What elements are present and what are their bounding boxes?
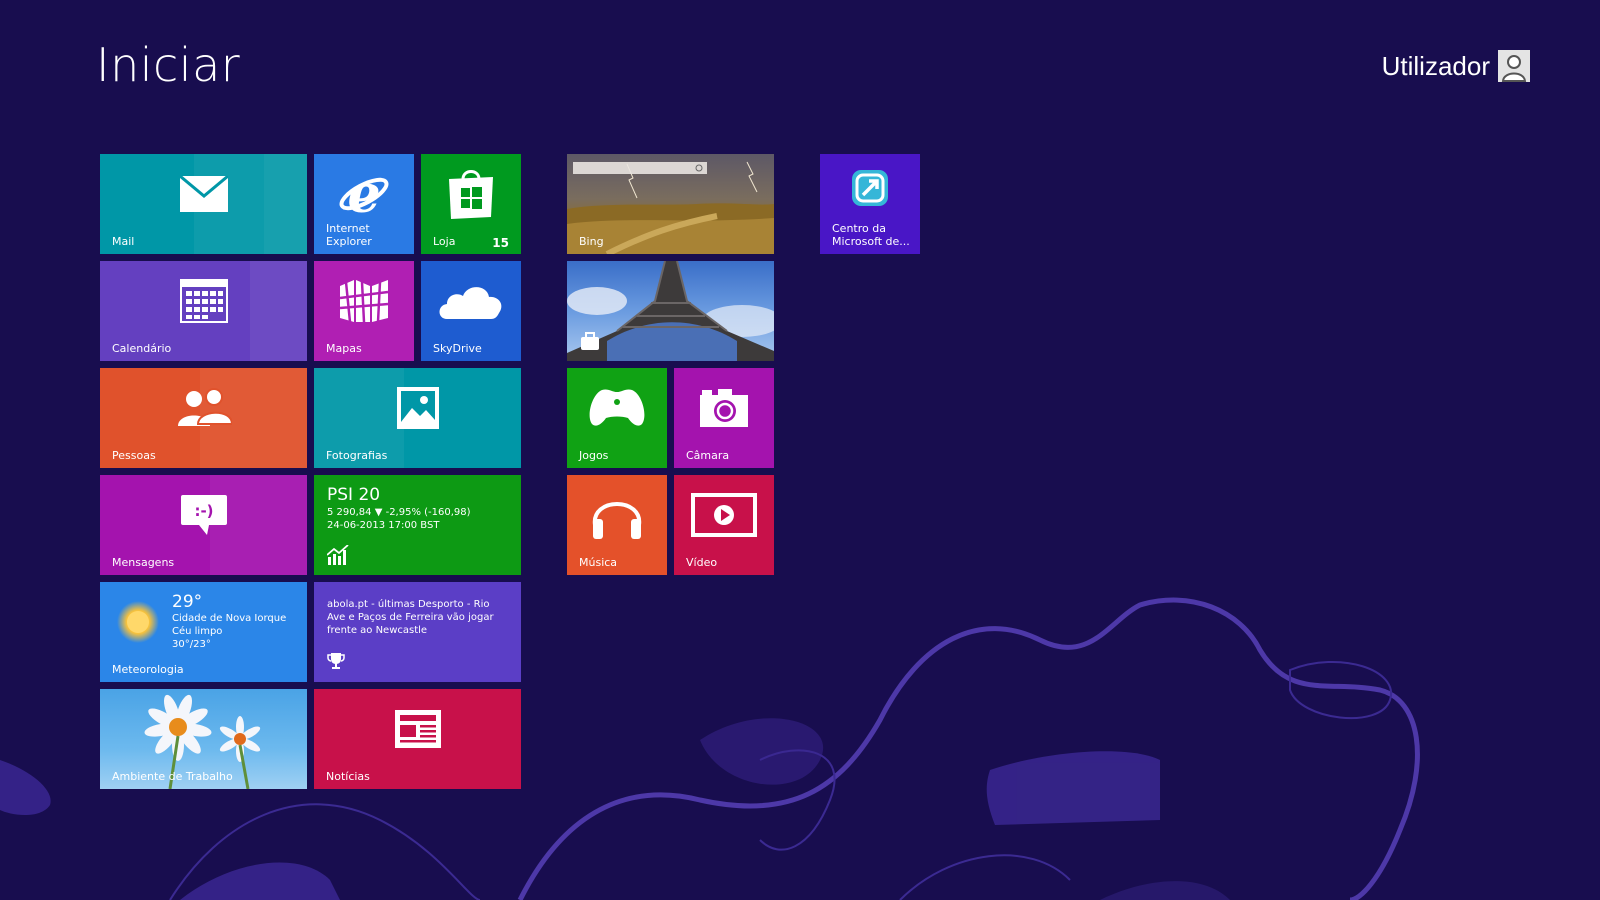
page-title: Iniciar	[96, 38, 241, 92]
tile-label: Loja	[433, 235, 456, 248]
tile-news[interactable]: Notícias	[314, 689, 521, 789]
people-icon	[100, 368, 307, 448]
cloud-icon	[421, 261, 521, 341]
headphones-icon	[567, 475, 667, 555]
tile-label: Centro da Microsoft de...	[832, 222, 910, 248]
tile-label: Calendário	[112, 342, 172, 355]
tile-camera[interactable]: Câmara	[674, 368, 774, 468]
tile-label: Música	[579, 556, 618, 569]
tile-label: Mail	[112, 235, 135, 248]
finance-chart-icon	[326, 544, 349, 569]
tile-label: Pessoas	[112, 449, 156, 462]
finance-timestamp: 24-06-2013 17:00 BST	[327, 520, 440, 531]
weather-range: 30°/23°	[172, 639, 211, 650]
calendar-icon	[100, 261, 307, 341]
sports-headline: abola.pt - últimas Desporto - Rio Ave e …	[327, 599, 494, 636]
tile-label: Vídeo	[686, 556, 718, 569]
tile-maps[interactable]: Mapas	[314, 261, 414, 361]
tile-bing[interactable]: Bing	[567, 154, 774, 254]
weather-condition: Céu limpo	[172, 626, 223, 637]
user-name: Utilizador	[1381, 50, 1490, 81]
tile-label: Jogos	[579, 449, 609, 462]
camera-icon	[674, 368, 774, 448]
tile-centro-microsoft[interactable]: Centro da Microsoft de...	[820, 154, 920, 254]
tile-store[interactable]: Loja 15	[421, 154, 521, 254]
trophy-icon	[327, 652, 345, 674]
tile-games[interactable]: Jogos	[567, 368, 667, 468]
weather-temperature: 29°	[172, 592, 203, 612]
tile-label: Câmara	[686, 449, 730, 462]
tile-internet-explorer[interactable]: e Internet Explorer	[314, 154, 414, 254]
tile-label: Bing	[579, 235, 604, 248]
finance-index-name: PSI 20	[327, 485, 381, 505]
store-update-count-badge: 15	[492, 236, 509, 250]
tile-label: Internet Explorer	[326, 222, 372, 248]
tile-calendar[interactable]: Calendário	[100, 261, 307, 361]
tile-weather[interactable]: 29° Cidade de Nova Iorque Céu limpo 30°/…	[100, 582, 307, 682]
messaging-emoticon-icon: :-)	[100, 475, 307, 555]
video-play-icon	[674, 475, 774, 555]
tile-finance[interactable]: PSI 20 5 290,84 ▼ -2,95% (-160,98) 24-06…	[314, 475, 521, 575]
tile-label: Notícias	[326, 770, 370, 783]
svg-text:e: e	[347, 168, 380, 220]
eiffel-tower-image	[567, 261, 774, 361]
mail-icon	[100, 154, 307, 234]
user-account[interactable]: Utilizador	[1382, 50, 1530, 82]
tile-music[interactable]: Música	[567, 475, 667, 575]
finance-quote: 5 290,84 ▼ -2,95% (-160,98)	[327, 507, 471, 518]
sun-icon	[116, 600, 160, 648]
tile-label: Mapas	[326, 342, 362, 355]
tile-photos[interactable]: Fotografias	[314, 368, 521, 468]
user-avatar-icon	[1498, 50, 1530, 82]
tile-travel[interactable]	[567, 261, 774, 361]
tile-label: Mensagens	[112, 556, 175, 569]
map-icon	[314, 261, 414, 341]
tile-sports[interactable]: abola.pt - últimas Desporto - Rio Ave e …	[314, 582, 521, 682]
tile-mail[interactable]: Mail	[100, 154, 307, 254]
weather-city: Cidade de Nova Iorque	[172, 613, 287, 624]
tile-label: Ambiente de Trabalho	[112, 770, 233, 783]
tile-desktop[interactable]: Ambiente de Trabalho	[100, 689, 307, 789]
newspaper-icon	[314, 689, 521, 769]
tile-skydrive[interactable]: SkyDrive	[421, 261, 521, 361]
tile-label: Fotografias	[326, 449, 388, 462]
tile-people[interactable]: Pessoas	[100, 368, 307, 468]
centro-app-icon	[820, 154, 920, 222]
tile-label: SkyDrive	[433, 342, 482, 355]
store-bag-icon	[421, 154, 521, 234]
game-controller-icon	[567, 368, 667, 448]
svg-text::-): :-)	[194, 502, 213, 520]
tile-video[interactable]: Vídeo	[674, 475, 774, 575]
tile-messaging[interactable]: :-) Mensagens	[100, 475, 307, 575]
tile-label: Meteorologia	[112, 663, 184, 676]
photo-icon	[314, 368, 521, 448]
